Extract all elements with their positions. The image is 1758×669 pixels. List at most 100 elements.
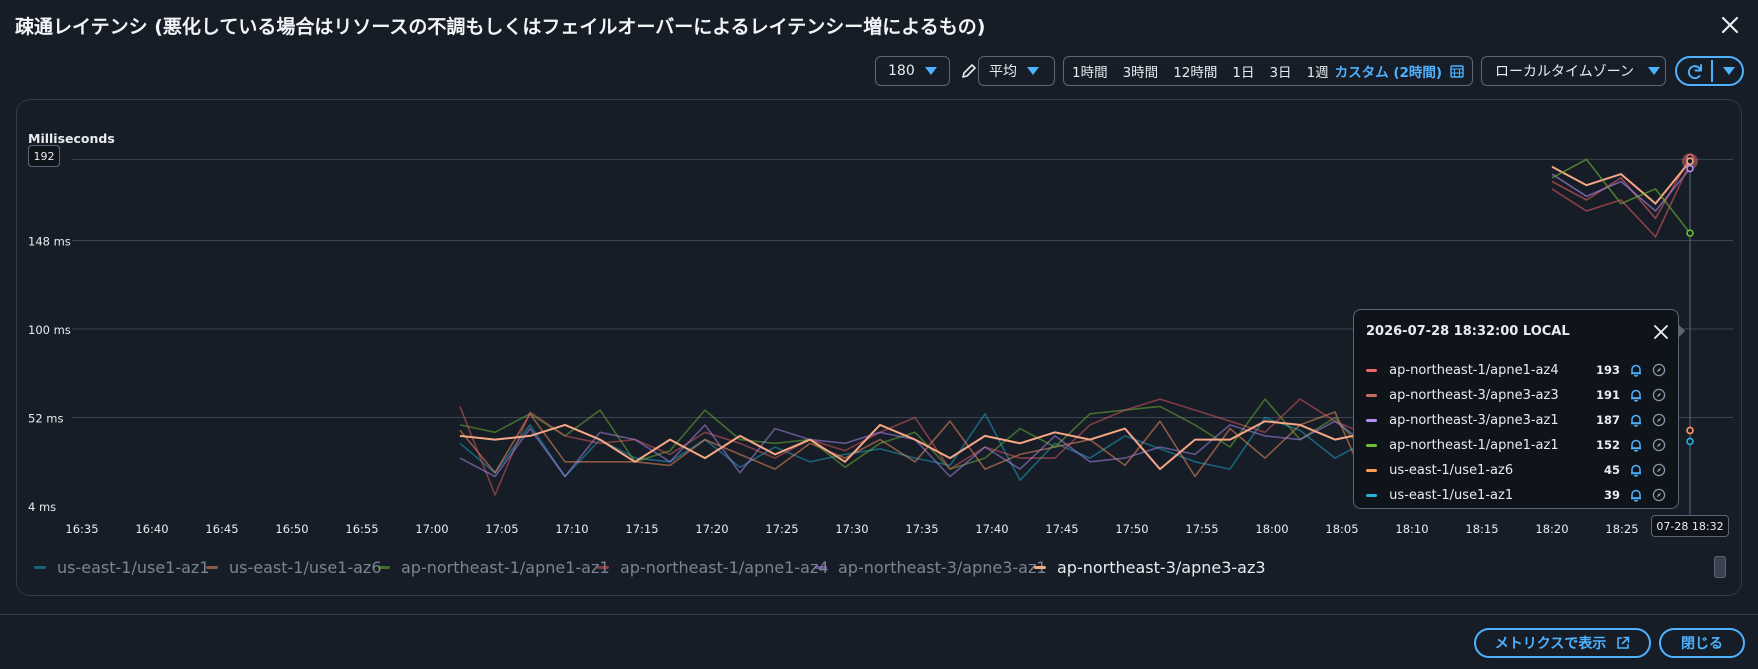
y-cursor-label: 192 bbox=[28, 145, 60, 167]
close-button[interactable]: 閉じる bbox=[1659, 628, 1745, 658]
legend-swatch bbox=[34, 566, 46, 569]
x-tick-label: 18:00 bbox=[1255, 522, 1288, 536]
view-in-metrics-button[interactable]: メトリクスで表示 bbox=[1474, 628, 1651, 658]
x-tick-label: 17:15 bbox=[625, 522, 658, 536]
tooltip-swatch bbox=[1366, 468, 1378, 472]
compass-icon[interactable] bbox=[1652, 488, 1666, 502]
legend-label: ap-northeast-3/apne3-az3 bbox=[1057, 558, 1266, 577]
compass-icon[interactable] bbox=[1652, 363, 1666, 377]
x-tick-label: 17:30 bbox=[835, 522, 868, 536]
latency-modal: 疎通レイテンシ (悪化している場合はリソースの不調もしくはフェイルオーバーによる… bbox=[0, 0, 1758, 669]
legend-item[interactable]: ap-northeast-3/apne3-az1 bbox=[815, 558, 1047, 577]
hover-marker bbox=[1686, 437, 1694, 446]
legend-item[interactable]: us-east-1/use1-az1 bbox=[34, 558, 210, 577]
tooltip-row: us-east-1/use1-az1 39 bbox=[1366, 485, 1666, 505]
bell-icon[interactable] bbox=[1629, 463, 1643, 477]
bell-icon[interactable] bbox=[1629, 363, 1643, 377]
tooltip-series-name: ap-northeast-3/apne3-az1 bbox=[1389, 412, 1559, 428]
tooltip-series-name: ap-northeast-3/apne3-az3 bbox=[1389, 387, 1559, 403]
close-button-label: 閉じる bbox=[1681, 636, 1723, 652]
tooltip-series-value: 191 bbox=[1595, 388, 1620, 402]
tooltip-series-value: 187 bbox=[1595, 413, 1620, 427]
view-in-metrics-label: メトリクスで表示 bbox=[1494, 636, 1607, 652]
tooltip-swatch bbox=[1366, 368, 1378, 372]
legend-label: us-east-1/use1-az1 bbox=[57, 558, 210, 577]
legend-item[interactable]: ap-northeast-3/apne3-az3 bbox=[1034, 558, 1266, 577]
legend-item[interactable]: us-east-1/use1-az6 bbox=[206, 558, 382, 577]
x-tick-label: 18:15 bbox=[1465, 522, 1498, 536]
x-tick-label: 17:10 bbox=[555, 522, 588, 536]
legend-label: us-east-1/use1-az6 bbox=[229, 558, 382, 577]
recent-line[interactable] bbox=[1551, 158, 1691, 234]
y-axis-label: Milliseconds bbox=[28, 131, 115, 146]
footer-divider bbox=[0, 614, 1758, 615]
compass-icon[interactable] bbox=[1652, 388, 1666, 402]
tooltip-swatch bbox=[1366, 493, 1378, 497]
tooltip-arrow bbox=[1678, 324, 1685, 338]
tooltip-row: ap-northeast-3/apne3-az1 187 bbox=[1366, 410, 1666, 430]
hover-marker bbox=[1686, 229, 1694, 237]
tooltip-series-value: 39 bbox=[1603, 488, 1620, 502]
y-tick-label: 148 ms bbox=[28, 235, 71, 249]
legend-label: ap-northeast-3/apne3-az1 bbox=[838, 558, 1047, 577]
tooltip-series-name: us-east-1/use1-az6 bbox=[1389, 462, 1514, 478]
x-tick-label: 16:50 bbox=[275, 522, 308, 536]
tooltip-series-name: us-east-1/use1-az1 bbox=[1389, 487, 1514, 503]
tooltip-series-value: 152 bbox=[1595, 438, 1620, 452]
y-cursor-label-text: 192 bbox=[33, 149, 55, 163]
legend-swatch bbox=[206, 566, 218, 569]
tooltip-row: us-east-1/use1-az6 45 bbox=[1366, 460, 1666, 480]
legend-scroll-handle[interactable] bbox=[1714, 556, 1726, 578]
x-tick-label: 18:10 bbox=[1395, 522, 1428, 536]
tooltip-swatch bbox=[1366, 393, 1378, 397]
x-tick-label: 17:50 bbox=[1115, 522, 1148, 536]
x-ticks: 16:35 16:40 16:45 16:50 16:55 17:00 17:05 17:10… bbox=[65, 522, 1638, 536]
legend-swatch bbox=[815, 566, 827, 569]
compass-icon[interactable] bbox=[1652, 438, 1666, 452]
x-tick-label: 18:25 bbox=[1605, 522, 1638, 536]
y-tick-label: 4 ms bbox=[28, 500, 56, 514]
legend-item[interactable]: ap-northeast-1/apne1-az4 bbox=[597, 558, 829, 577]
tooltip-close-icon[interactable] bbox=[1652, 323, 1670, 341]
series-lines bbox=[459, 398, 1406, 496]
tooltip-row: ap-northeast-3/apne3-az3 191 bbox=[1366, 385, 1666, 405]
series-line-us-east-1-use1-az1[interactable] bbox=[459, 412, 1406, 482]
tooltip-series-value: 193 bbox=[1595, 363, 1620, 377]
hover-marker bbox=[1686, 426, 1694, 435]
tooltip-row: ap-northeast-1/apne1-az1 152 bbox=[1366, 435, 1666, 455]
compass-icon[interactable] bbox=[1652, 463, 1666, 477]
legend-label: ap-northeast-1/apne1-az4 bbox=[620, 558, 829, 577]
y-tick-label: 52 ms bbox=[28, 412, 63, 426]
y-tick-label: 100 ms bbox=[28, 323, 71, 337]
x-cursor-label-text: 07-28 18:32 bbox=[1656, 519, 1724, 533]
tooltip-swatch bbox=[1366, 443, 1378, 447]
bell-icon[interactable] bbox=[1629, 388, 1643, 402]
x-tick-label: 17:55 bbox=[1185, 522, 1218, 536]
legend-swatch bbox=[1034, 566, 1046, 569]
x-tick-label: 18:20 bbox=[1535, 522, 1568, 536]
legend-label: ap-northeast-1/apne1-az1 bbox=[401, 558, 610, 577]
hover-marker bbox=[1686, 157, 1694, 166]
x-tick-label: 17:35 bbox=[905, 522, 938, 536]
tooltip-series-name: ap-northeast-1/apne1-az4 bbox=[1389, 362, 1559, 378]
x-tick-label: 17:25 bbox=[765, 522, 798, 536]
legend-swatch bbox=[378, 566, 390, 569]
bell-icon[interactable] bbox=[1629, 488, 1643, 502]
external-link-icon bbox=[1616, 636, 1630, 650]
x-tick-label: 16:55 bbox=[345, 522, 378, 536]
x-tick-label: 17:45 bbox=[1045, 522, 1078, 536]
x-tick-label: 17:20 bbox=[695, 522, 728, 536]
tooltip-swatch bbox=[1366, 418, 1378, 422]
tooltip-title: 2026-07-28 18:32:00 LOCAL bbox=[1366, 324, 1570, 339]
compass-icon[interactable] bbox=[1652, 413, 1666, 427]
bell-icon[interactable] bbox=[1629, 438, 1643, 452]
x-tick-label: 16:45 bbox=[205, 522, 238, 536]
tooltip-row: ap-northeast-1/apne1-az4 193 bbox=[1366, 360, 1666, 380]
datapoint-tooltip: 2026-07-28 18:32:00 LOCAL ap-northeast-1… bbox=[1353, 309, 1679, 509]
recent-series-lines bbox=[1551, 157, 1691, 239]
hover-marker bbox=[1686, 164, 1694, 173]
x-tick-label: 17:05 bbox=[485, 522, 518, 536]
legend-item[interactable]: ap-northeast-1/apne1-az1 bbox=[378, 558, 610, 577]
x-tick-label: 16:40 bbox=[135, 522, 168, 536]
bell-icon[interactable] bbox=[1629, 413, 1643, 427]
